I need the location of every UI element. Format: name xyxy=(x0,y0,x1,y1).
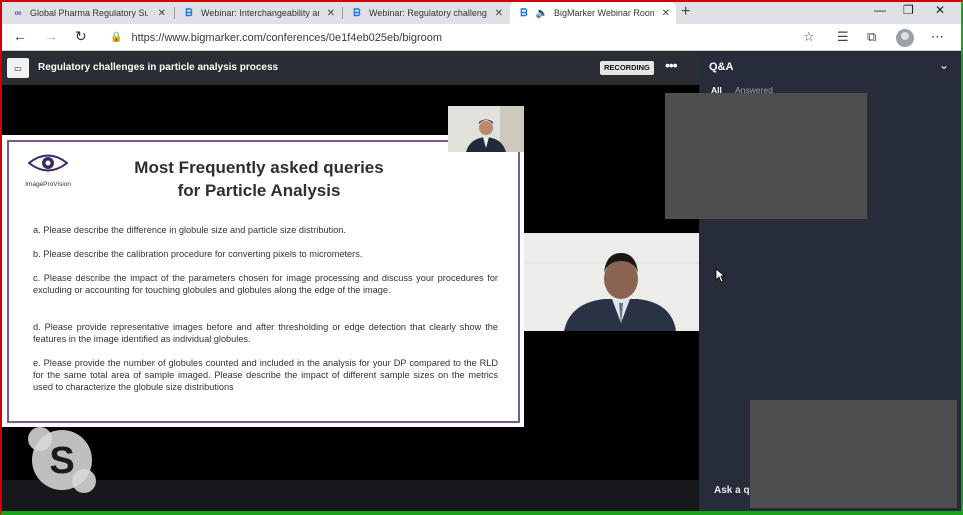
restore-icon[interactable]: ❐ xyxy=(903,3,914,17)
slide-title-line-1: Most Frequently asked queries xyxy=(134,158,384,177)
settings-more-icon[interactable]: ⋯ xyxy=(931,29,944,45)
favorites-list-icon[interactable]: ☰ xyxy=(837,29,849,45)
chevron-down-icon[interactable]: ⌄ xyxy=(939,58,949,72)
mouse-cursor-icon xyxy=(715,268,725,283)
tab-title: Webinar: Regulatory challenges xyxy=(369,8,487,18)
question-e: e. Please provide the number of globules… xyxy=(33,358,498,392)
url-text: https://www.bigmarker.com/conferences/0e… xyxy=(131,31,443,44)
bigmarker-logo: ▭ xyxy=(7,58,29,78)
address-bar: ← → ↻ 🔒 https://www.bigmarker.com/confer… xyxy=(2,24,961,51)
bigmarker-icon: ᗷ xyxy=(520,7,528,19)
browser-tab-3[interactable]: ᗷ Webinar: Regulatory challenges ✕ xyxy=(343,2,509,24)
logo-text: ImageProVision xyxy=(25,181,71,188)
slide-title-line-2: for Particle Analysis xyxy=(177,181,341,200)
room-header: ▭ Regulatory challenges in particle anal… xyxy=(2,51,699,85)
profile-avatar[interactable] xyxy=(896,29,914,47)
room-title: Regulatory challenges in particle analys… xyxy=(38,62,279,73)
refresh-icon[interactable]: ↻ xyxy=(75,28,87,45)
question-d: d. Please provide representative images … xyxy=(33,322,498,344)
redacted-overlay-top xyxy=(665,93,867,219)
lock-icon: 🔒 xyxy=(110,32,123,43)
skype-icon[interactable]: S xyxy=(28,427,96,493)
favorite-star-icon[interactable]: ☆ xyxy=(803,29,815,45)
close-tab-icon[interactable]: ✕ xyxy=(495,8,503,19)
question-a: a. Please describe the difference in glo… xyxy=(33,225,346,235)
browser-tab-2[interactable]: ᗷ Webinar: Interchangeability and ✕ xyxy=(175,2,341,24)
tab-title: Global Pharma Regulatory Summ xyxy=(30,8,148,18)
screen-frame: ∞ Global Pharma Regulatory Summ ✕ ᗷ Webi… xyxy=(0,0,963,515)
browser-tab-strip: ∞ Global Pharma Regulatory Summ ✕ ᗷ Webi… xyxy=(2,2,961,24)
speaker-icon: 🔈 xyxy=(535,7,549,19)
imageprovision-logo: ImageProVision xyxy=(21,152,75,188)
presenter-video-small[interactable] xyxy=(448,106,524,152)
browser-tab-1[interactable]: ∞ Global Pharma Regulatory Summ ✕ xyxy=(4,2,172,24)
url-field[interactable]: 🔒 https://www.bigmarker.com/conferences/… xyxy=(110,28,790,47)
tab-title: Webinar: Interchangeability and xyxy=(201,8,319,18)
window-close-icon[interactable]: ✕ xyxy=(935,3,945,17)
pharma-logo-icon: ∞ xyxy=(14,7,22,19)
forward-arrow-icon[interactable]: → xyxy=(44,28,58,44)
close-tab-icon[interactable]: ✕ xyxy=(327,8,335,19)
recording-badge: RECORDING xyxy=(600,61,654,75)
close-tab-icon[interactable]: ✕ xyxy=(158,8,166,19)
bigmarker-icon: ᗷ xyxy=(353,7,361,19)
qa-title: Q&A xyxy=(709,61,734,73)
presenter-video-main[interactable] xyxy=(524,233,699,331)
browser-tab-4-active[interactable]: ᗷ 🔈 BigMarker Webinar Room ✕ xyxy=(510,2,676,24)
tab-title: BigMarker Webinar Room xyxy=(554,8,654,18)
question-b: b. Please describe the calibration proce… xyxy=(33,249,363,259)
svg-text:S: S xyxy=(49,440,74,482)
close-tab-icon[interactable]: ✕ xyxy=(662,8,670,19)
minimize-icon[interactable]: — xyxy=(874,3,886,17)
slide-frame: ImageProVision Most Frequently asked que… xyxy=(7,140,520,423)
presentation-stage: ImageProVision Most Frequently asked que… xyxy=(2,85,699,493)
presentation-slide: ImageProVision Most Frequently asked que… xyxy=(2,135,524,427)
eye-logo-icon xyxy=(27,154,69,172)
redacted-overlay-bottom xyxy=(750,400,957,508)
presenter-main-figure xyxy=(524,233,699,331)
new-tab-plus-icon[interactable]: + xyxy=(681,3,690,21)
more-options-icon[interactable]: ••• xyxy=(665,57,678,73)
bigmarker-icon: ᗷ xyxy=(185,7,193,19)
presenter-small-figure xyxy=(448,106,524,152)
collections-icon[interactable]: ⧉ xyxy=(867,29,876,45)
question-c: c. Please describe the impact of the par… xyxy=(33,273,498,295)
back-arrow-icon[interactable]: ← xyxy=(13,28,27,44)
slide-title: Most Frequently asked queries for Partic… xyxy=(69,156,449,202)
